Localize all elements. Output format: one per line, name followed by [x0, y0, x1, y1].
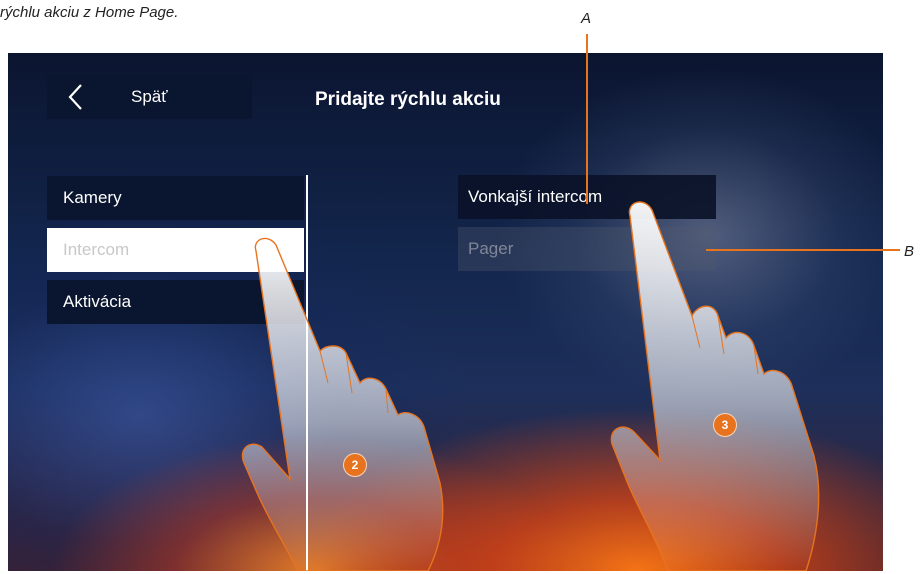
page-title: Pridajte rýchlu akciu — [315, 89, 501, 110]
callout-label-b: B — [904, 243, 915, 260]
callout-line-b — [706, 249, 900, 251]
top-bar: Späť Pridajte rýchlu akciu — [8, 53, 883, 153]
device-screen: Späť Pridajte rýchlu akciu Kamery Interc… — [8, 53, 883, 571]
step-badge-2: 2 — [343, 453, 367, 477]
chevron-left-icon — [68, 83, 82, 110]
manual-page: rýchlu akciu z Home Page. A B Späť Prida… — [0, 0, 920, 574]
caption-text: rýchlu akciu z Home Page. — [0, 4, 179, 21]
pointing-hand-icon — [610, 201, 820, 571]
category-label: Intercom — [63, 240, 130, 259]
back-button-label: Späť — [131, 86, 168, 106]
category-label: Kamery — [63, 188, 122, 207]
option-label: Vonkajší intercom — [468, 187, 603, 206]
callout-line-a — [586, 34, 588, 204]
callout-label-a: A — [581, 10, 592, 27]
step-badge-3: 3 — [713, 413, 737, 437]
back-button[interactable]: Späť — [47, 74, 252, 119]
category-item-kamery[interactable]: Kamery — [47, 176, 304, 220]
category-label: Aktivácia — [63, 292, 132, 311]
option-label: Pager — [468, 239, 514, 258]
pointing-hand-icon — [241, 237, 444, 571]
